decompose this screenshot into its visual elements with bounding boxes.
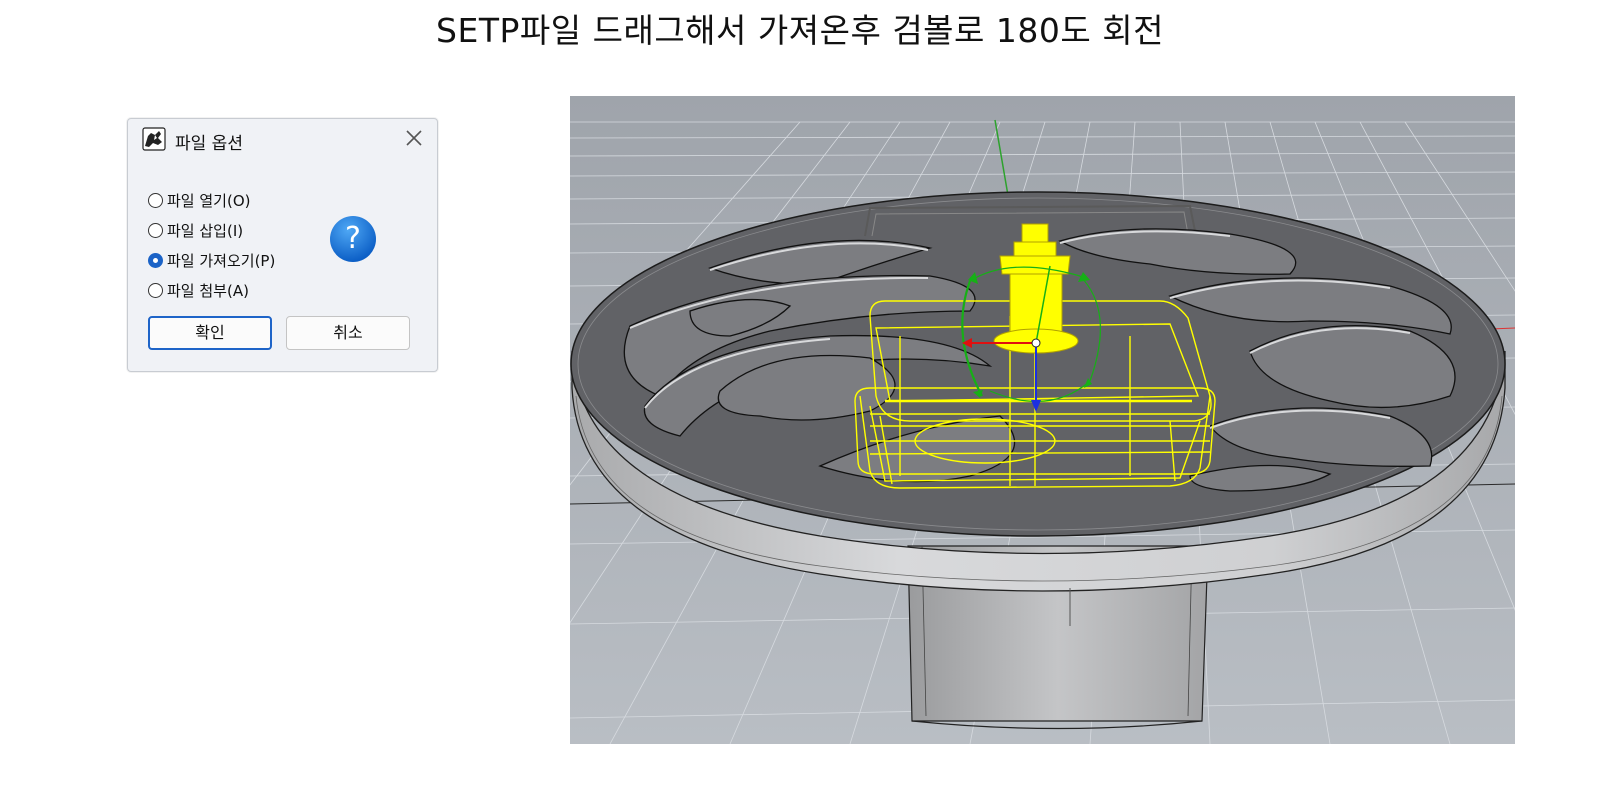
- radio-button-selected[interactable]: [148, 252, 163, 268]
- import-option-group: 파일 열기(O) 파일 삽입(I) 파일 가져오기(P) 파일 첨부(A): [148, 185, 275, 305]
- option-label: 파일 가져오기(P): [167, 251, 276, 270]
- dialog-title: 파일 옵션: [175, 134, 243, 154]
- option-label: 파일 삽입(I): [167, 221, 244, 240]
- option-attach-file[interactable]: 파일 첨부(A): [148, 275, 275, 305]
- file-options-dialog: 파일 옵션 파일 열기(O) 파일 삽입(I) 파일 가져오기(P) 파일 첨부…: [127, 118, 438, 372]
- dialog-titlebar: 파일 옵션: [128, 119, 437, 159]
- option-insert-file[interactable]: 파일 삽입(I): [148, 215, 275, 245]
- viewport-scene: [570, 96, 1515, 744]
- close-icon[interactable]: [403, 127, 425, 149]
- perspective-3d-viewport[interactable]: [570, 96, 1515, 744]
- radio-button[interactable]: [148, 192, 163, 208]
- help-icon[interactable]: ?: [330, 216, 376, 262]
- cancel-button[interactable]: 취소: [286, 316, 410, 350]
- page-title: SETP파일 드래그해서 가져온후 검볼로 180도 회전: [436, 11, 1164, 50]
- option-label: 파일 열기(O): [167, 191, 251, 210]
- ok-button[interactable]: 확인: [148, 316, 272, 350]
- rhino-icon: [142, 127, 166, 151]
- radio-button[interactable]: [148, 282, 163, 298]
- option-open-file[interactable]: 파일 열기(O): [148, 185, 275, 215]
- radio-button[interactable]: [148, 222, 163, 238]
- option-label: 파일 첨부(A): [167, 281, 249, 300]
- option-import-file[interactable]: 파일 가져오기(P): [148, 245, 275, 275]
